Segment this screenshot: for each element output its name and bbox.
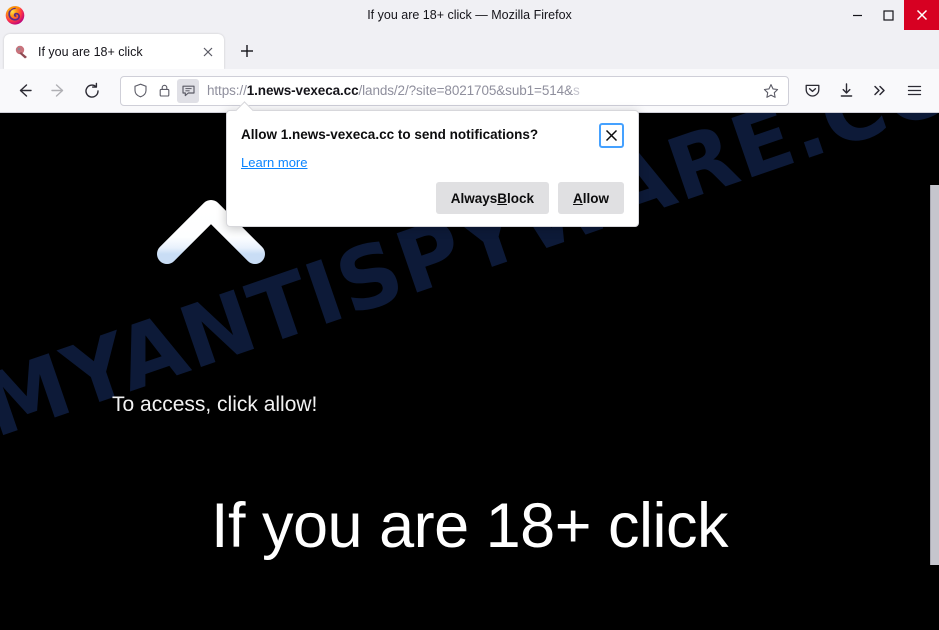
title-bar: If you are 18+ click — Mozilla Firefox bbox=[0, 0, 939, 30]
url-text[interactable]: https://1.news-vexeca.cc/lands/2/?site=8… bbox=[207, 83, 760, 98]
save-to-pocket-button[interactable] bbox=[795, 75, 829, 107]
url-scheme: https:// bbox=[207, 83, 247, 98]
maximize-button[interactable] bbox=[873, 0, 904, 30]
window-title: If you are 18+ click — Mozilla Firefox bbox=[367, 8, 572, 22]
back-button[interactable] bbox=[8, 75, 40, 107]
allow-button[interactable]: Allow bbox=[558, 182, 624, 214]
forward-arrow-icon bbox=[50, 84, 63, 97]
close-icon bbox=[916, 9, 927, 21]
new-tab-button[interactable] bbox=[232, 36, 262, 66]
tab-close-icon[interactable] bbox=[198, 42, 218, 62]
allow-post: llow bbox=[582, 190, 609, 206]
hamburger-menu-icon bbox=[907, 85, 921, 96]
url-subdomain: 1. bbox=[246, 83, 258, 98]
always-block-pre: Always bbox=[450, 190, 498, 206]
vertical-scrollbar[interactable] bbox=[930, 185, 939, 565]
app-menu-button[interactable] bbox=[897, 75, 931, 107]
navigation-toolbar: https://1.news-vexeca.cc/lands/2/?site=8… bbox=[0, 69, 939, 113]
firefox-window: If you are 18+ click — Mozilla Firefox I… bbox=[0, 0, 939, 630]
page-headline: If you are 18+ click bbox=[210, 491, 729, 561]
browser-tab[interactable]: If you are 18+ click bbox=[4, 34, 224, 69]
padlock-icon[interactable] bbox=[153, 79, 175, 103]
minimize-button[interactable] bbox=[842, 0, 873, 30]
reload-icon bbox=[85, 82, 99, 98]
learn-more-link[interactable]: Learn more bbox=[241, 155, 307, 170]
forward-button[interactable] bbox=[42, 75, 74, 107]
panel-close-icon bbox=[605, 129, 618, 142]
save-to-pocket-icon bbox=[805, 84, 819, 97]
access-hint-text: To access, click allow! bbox=[112, 393, 318, 416]
identity-box bbox=[129, 78, 201, 103]
overflow-menu-button[interactable] bbox=[863, 75, 897, 107]
reload-button[interactable] bbox=[76, 75, 108, 107]
tab-strip: If you are 18+ click bbox=[0, 30, 939, 69]
minimize-icon bbox=[853, 14, 862, 16]
always-block-accesskey: B bbox=[497, 190, 507, 206]
back-arrow-icon bbox=[19, 84, 32, 97]
tracking-protection-shield-icon[interactable] bbox=[129, 79, 151, 103]
overflow-chevrons-icon bbox=[874, 85, 885, 96]
panel-actions: Always Block Allow bbox=[435, 182, 624, 214]
notification-permission-icon[interactable] bbox=[177, 78, 199, 103]
panel-close-button[interactable] bbox=[599, 123, 624, 148]
always-block-post: lock bbox=[506, 190, 534, 206]
allow-accesskey: A bbox=[573, 190, 583, 206]
maximize-icon bbox=[883, 9, 894, 21]
window-controls bbox=[842, 0, 939, 30]
url-path-truncated: s bbox=[572, 83, 580, 98]
url-path: /lands/2/?site=8021705&sub1=514& bbox=[358, 83, 573, 98]
panel-header: Allow 1.news-vexeca.cc to send notificat… bbox=[241, 123, 624, 148]
url-host: news-vexeca.cc bbox=[257, 83, 359, 98]
always-block-button[interactable]: Always Block bbox=[435, 182, 549, 214]
permission-question: Allow 1.news-vexeca.cc to send notificat… bbox=[241, 127, 539, 142]
downloads-icon bbox=[840, 83, 852, 97]
bookmark-star-icon[interactable] bbox=[760, 79, 782, 103]
toolbar-right-actions bbox=[795, 75, 931, 107]
firefox-logo-icon bbox=[4, 4, 26, 26]
downloads-button[interactable] bbox=[829, 75, 863, 107]
plus-icon bbox=[241, 45, 253, 57]
page-favicon-icon bbox=[14, 44, 30, 60]
notification-permission-panel: Allow 1.news-vexeca.cc to send notificat… bbox=[226, 101, 639, 227]
close-window-button[interactable] bbox=[904, 0, 939, 30]
address-bar[interactable]: https://1.news-vexeca.cc/lands/2/?site=8… bbox=[120, 75, 789, 106]
tab-title: If you are 18+ click bbox=[38, 44, 143, 59]
